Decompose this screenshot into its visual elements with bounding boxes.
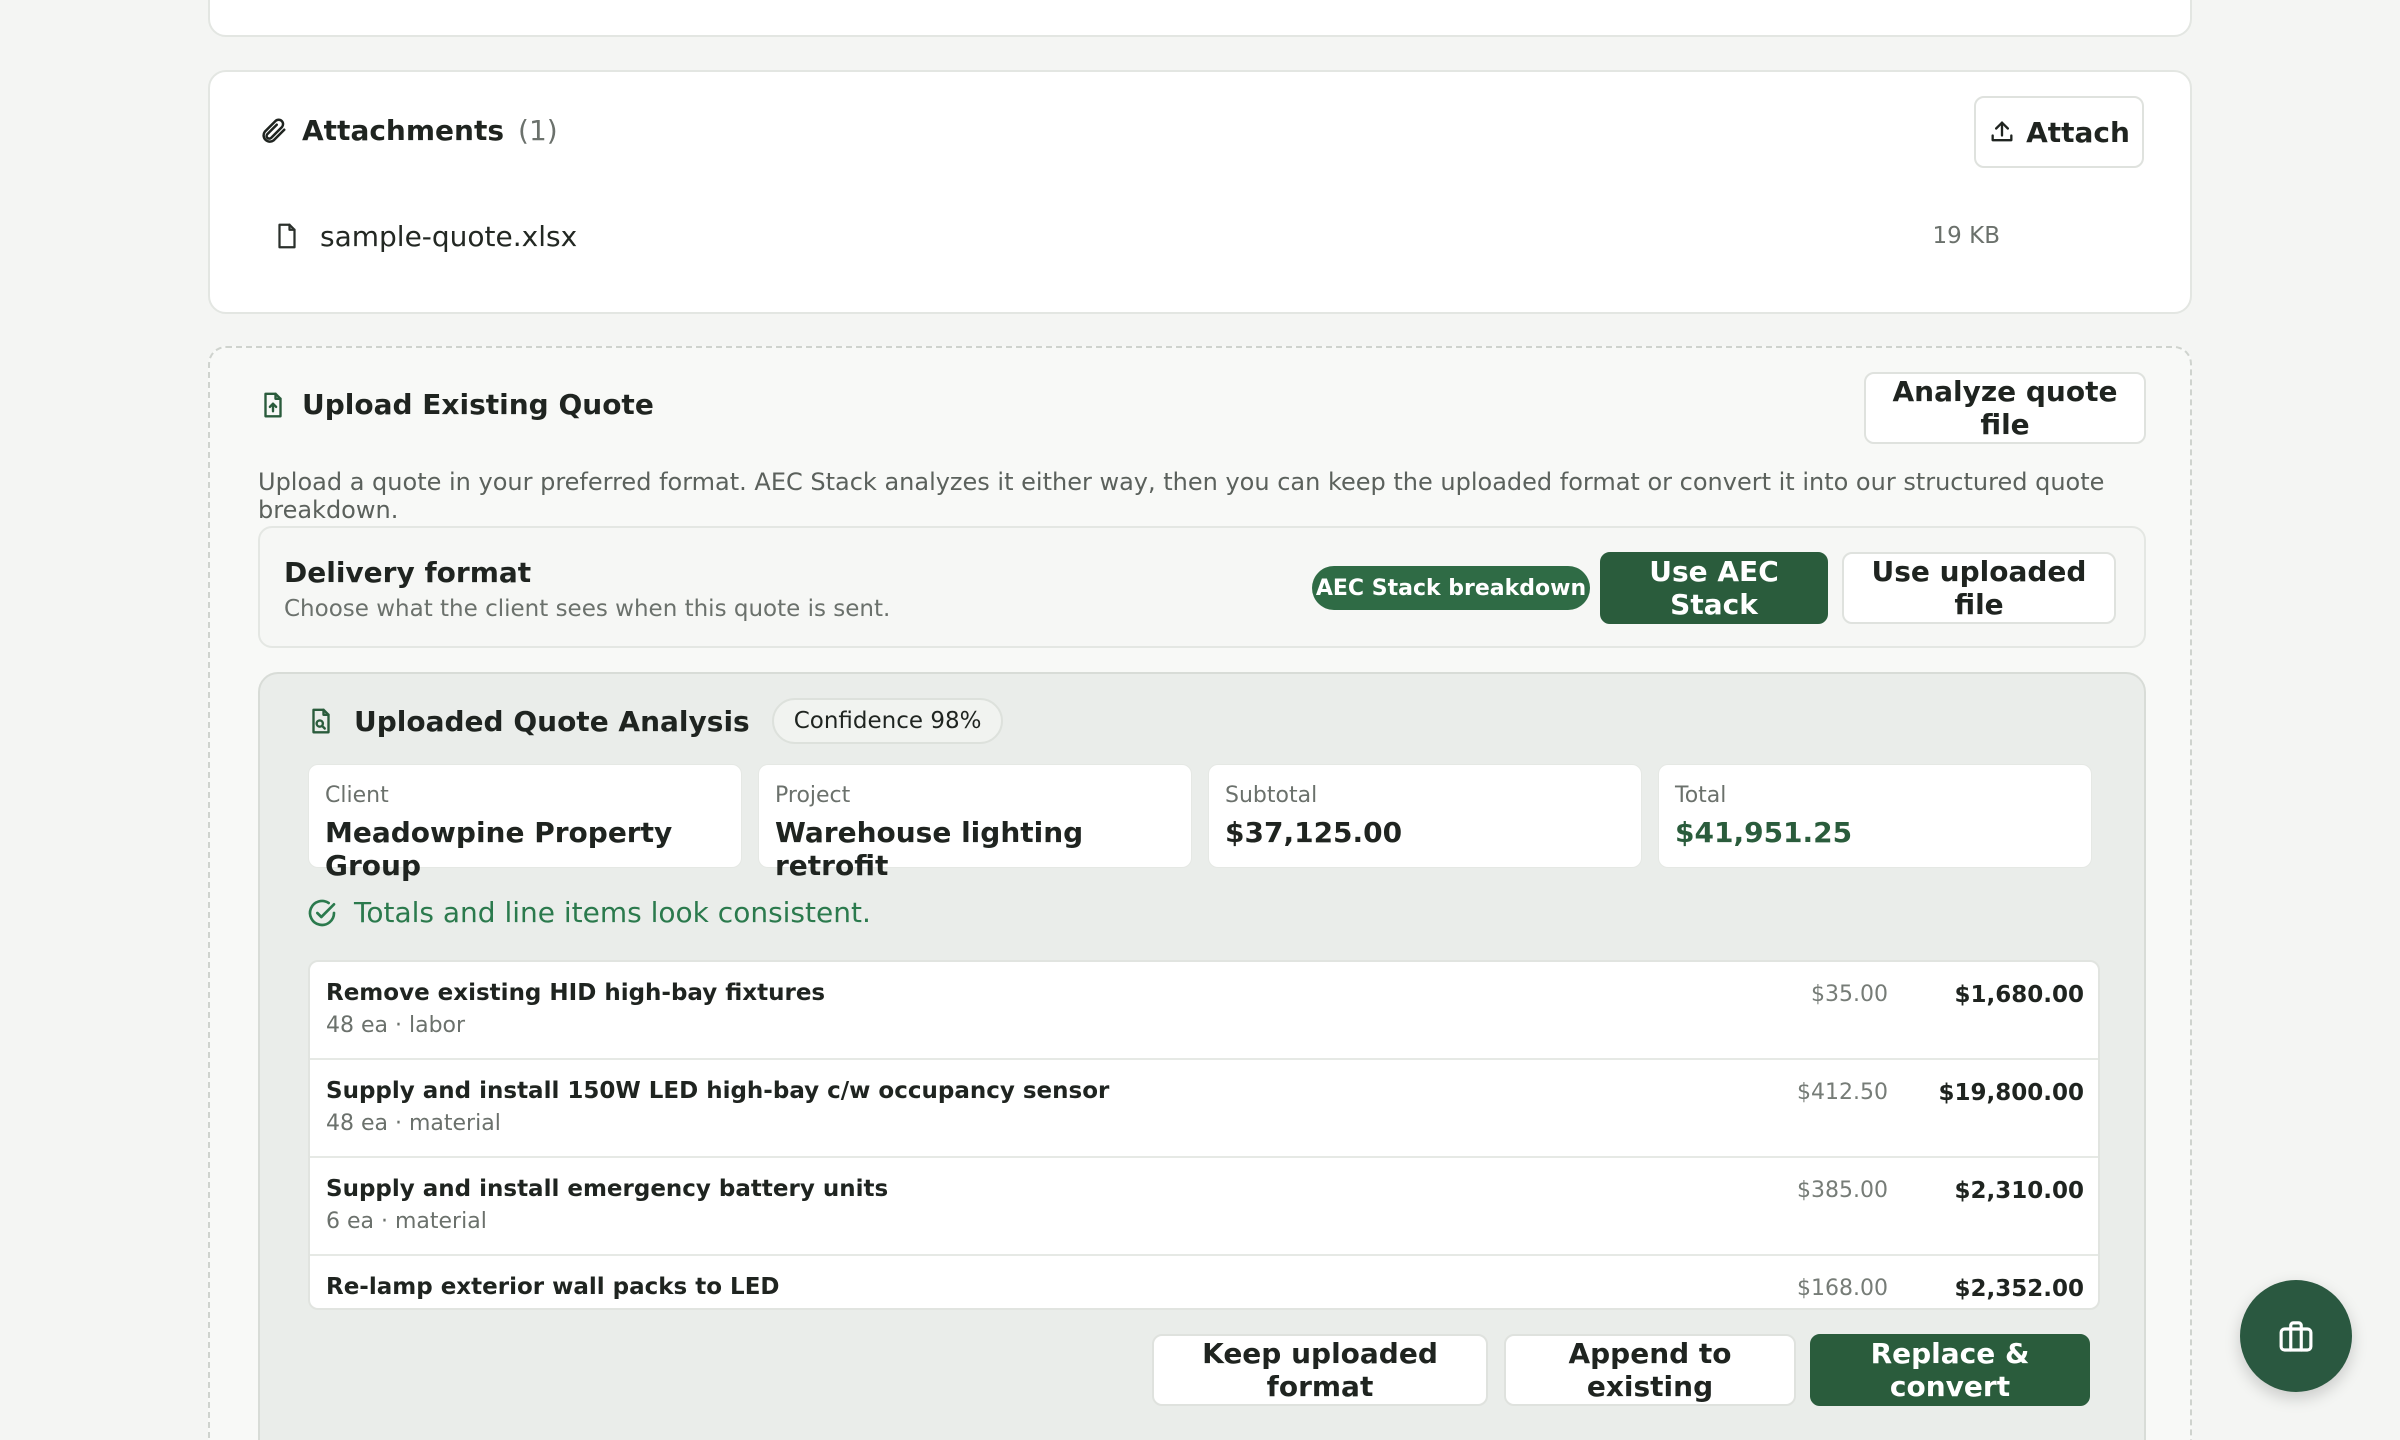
paperclip-icon (258, 116, 288, 146)
upload-icon (1988, 118, 2016, 146)
upload-quote-card: Upload Existing Quote Analyze quote file… (208, 346, 2192, 1440)
use-aec-stack-button[interactable]: Use AEC Stack (1600, 552, 1828, 624)
file-upload-icon (258, 389, 288, 421)
line-item-amount: $2,352.00 (1954, 1276, 2085, 1302)
line-item-row: Supply and install 150W LED high-bay c/w… (310, 1060, 2098, 1158)
previous-section-card (208, 0, 2192, 37)
keep-uploaded-format-button[interactable]: Keep uploaded format (1152, 1334, 1488, 1406)
line-item-meta: 6 ea · material (326, 1209, 487, 1234)
attachments-card: Attachments (1) Attach sample-quote.xlsx… (208, 70, 2192, 314)
replace-and-convert-label: Replace & convert (1870, 1337, 2030, 1403)
line-item-amount: $1,680.00 (1954, 982, 2085, 1008)
delivery-format-badge: AEC Stack breakdown (1312, 566, 1590, 610)
line-item-description: Re-lamp exterior wall packs to LED (326, 1274, 780, 1300)
stat-value: Meadowpine Property Group (325, 816, 673, 882)
stat-total: Total $41,951.25 (1658, 764, 2092, 868)
append-to-existing-label: Append to existing (1568, 1337, 1732, 1403)
attachment-file-size: 19 KB (1932, 223, 2000, 249)
line-item-amount: $19,800.00 (1938, 1080, 2084, 1106)
consistency-status: Totals and line items look consistent. (306, 896, 871, 929)
stat-label: Total (1675, 783, 1727, 808)
line-item-description: Remove existing HID high-bay fixtures (326, 980, 826, 1006)
analyze-quote-label: Analyze quote file (1892, 375, 2118, 441)
stat-label: Client (325, 783, 389, 808)
attachments-count: (1) (518, 114, 558, 147)
attachments-title: Attachments (302, 114, 505, 147)
line-item-meta: 48 ea · material (326, 1111, 501, 1136)
delivery-format-panel: Delivery format Choose what the client s… (258, 526, 2146, 648)
line-item-amount: $2,310.00 (1954, 1178, 2085, 1204)
analyze-quote-button[interactable]: Analyze quote file (1864, 372, 2146, 444)
append-to-existing-button[interactable]: Append to existing (1504, 1334, 1796, 1406)
upload-title: Upload Existing Quote (302, 388, 654, 421)
line-item-unit-price: $35.00 (1811, 982, 1888, 1007)
line-item-row: Remove existing HID high-bay fixtures 48… (310, 962, 2098, 1060)
document-scan-icon (306, 705, 336, 737)
stat-project: Project Warehouse lighting retrofit (758, 764, 1192, 882)
line-item-row: Supply and install emergency battery uni… (310, 1158, 2098, 1256)
stat-label: Subtotal (1225, 783, 1318, 808)
attach-button[interactable]: Attach (1974, 96, 2144, 168)
line-item-unit-price: $385.00 (1797, 1178, 1888, 1203)
keep-uploaded-format-label: Keep uploaded format (1202, 1337, 1438, 1403)
line-item-description: Supply and install emergency battery uni… (326, 1176, 889, 1202)
use-uploaded-file-label: Use uploaded file (1871, 555, 2087, 621)
use-aec-stack-label: Use AEC Stack (1649, 555, 1779, 621)
quote-analysis-panel: Uploaded Quote Analysis Confidence 98% C… (258, 672, 2146, 1440)
attachments-header: Attachments (1) (258, 114, 558, 147)
consistency-message: Totals and line items look consistent. (354, 896, 871, 929)
analysis-header: Uploaded Quote Analysis Confidence 98% (306, 698, 1004, 744)
confidence-badge: Confidence 98% (771, 698, 1004, 744)
attachment-file-name[interactable]: sample-quote.xlsx (320, 220, 577, 253)
stat-label: Project (775, 783, 851, 808)
analysis-title: Uploaded Quote Analysis (354, 704, 750, 738)
line-item-row: Re-lamp exterior wall packs to LED $168.… (310, 1256, 2098, 1308)
use-uploaded-file-button[interactable]: Use uploaded file (1842, 552, 2116, 624)
stat-subtotal: Subtotal $37,125.00 (1208, 764, 1642, 868)
line-item-unit-price: $168.00 (1797, 1276, 1888, 1301)
stat-value: $41,951.25 (1675, 816, 1853, 849)
upload-description: Upload a quote in your preferred format.… (258, 468, 2105, 524)
replace-and-convert-button[interactable]: Replace & convert (1810, 1334, 2090, 1406)
gift-icon (2275, 1315, 2317, 1357)
upload-header: Upload Existing Quote (258, 388, 654, 421)
attachment-file-row[interactable]: sample-quote.xlsx 19 KB (258, 212, 2000, 260)
check-circle-icon (306, 897, 338, 929)
floating-help-button[interactable] (2240, 1280, 2352, 1392)
file-icon (272, 220, 302, 252)
stat-client: Client Meadowpine Property Group (308, 764, 742, 882)
stat-value: $37,125.00 (1225, 816, 1403, 849)
line-items-list: Remove existing HID high-bay fixtures 48… (308, 960, 2100, 1310)
line-item-unit-price: $412.50 (1797, 1080, 1888, 1105)
delivery-format-title: Delivery format (284, 556, 532, 589)
attach-button-label: Attach (2026, 115, 2130, 149)
line-item-description: Supply and install 150W LED high-bay c/w… (326, 1078, 1110, 1104)
delivery-format-subtitle: Choose what the client sees when this qu… (284, 596, 891, 622)
line-item-meta: 48 ea · labor (326, 1013, 466, 1038)
stat-value: Warehouse lighting retrofit (775, 816, 1084, 882)
